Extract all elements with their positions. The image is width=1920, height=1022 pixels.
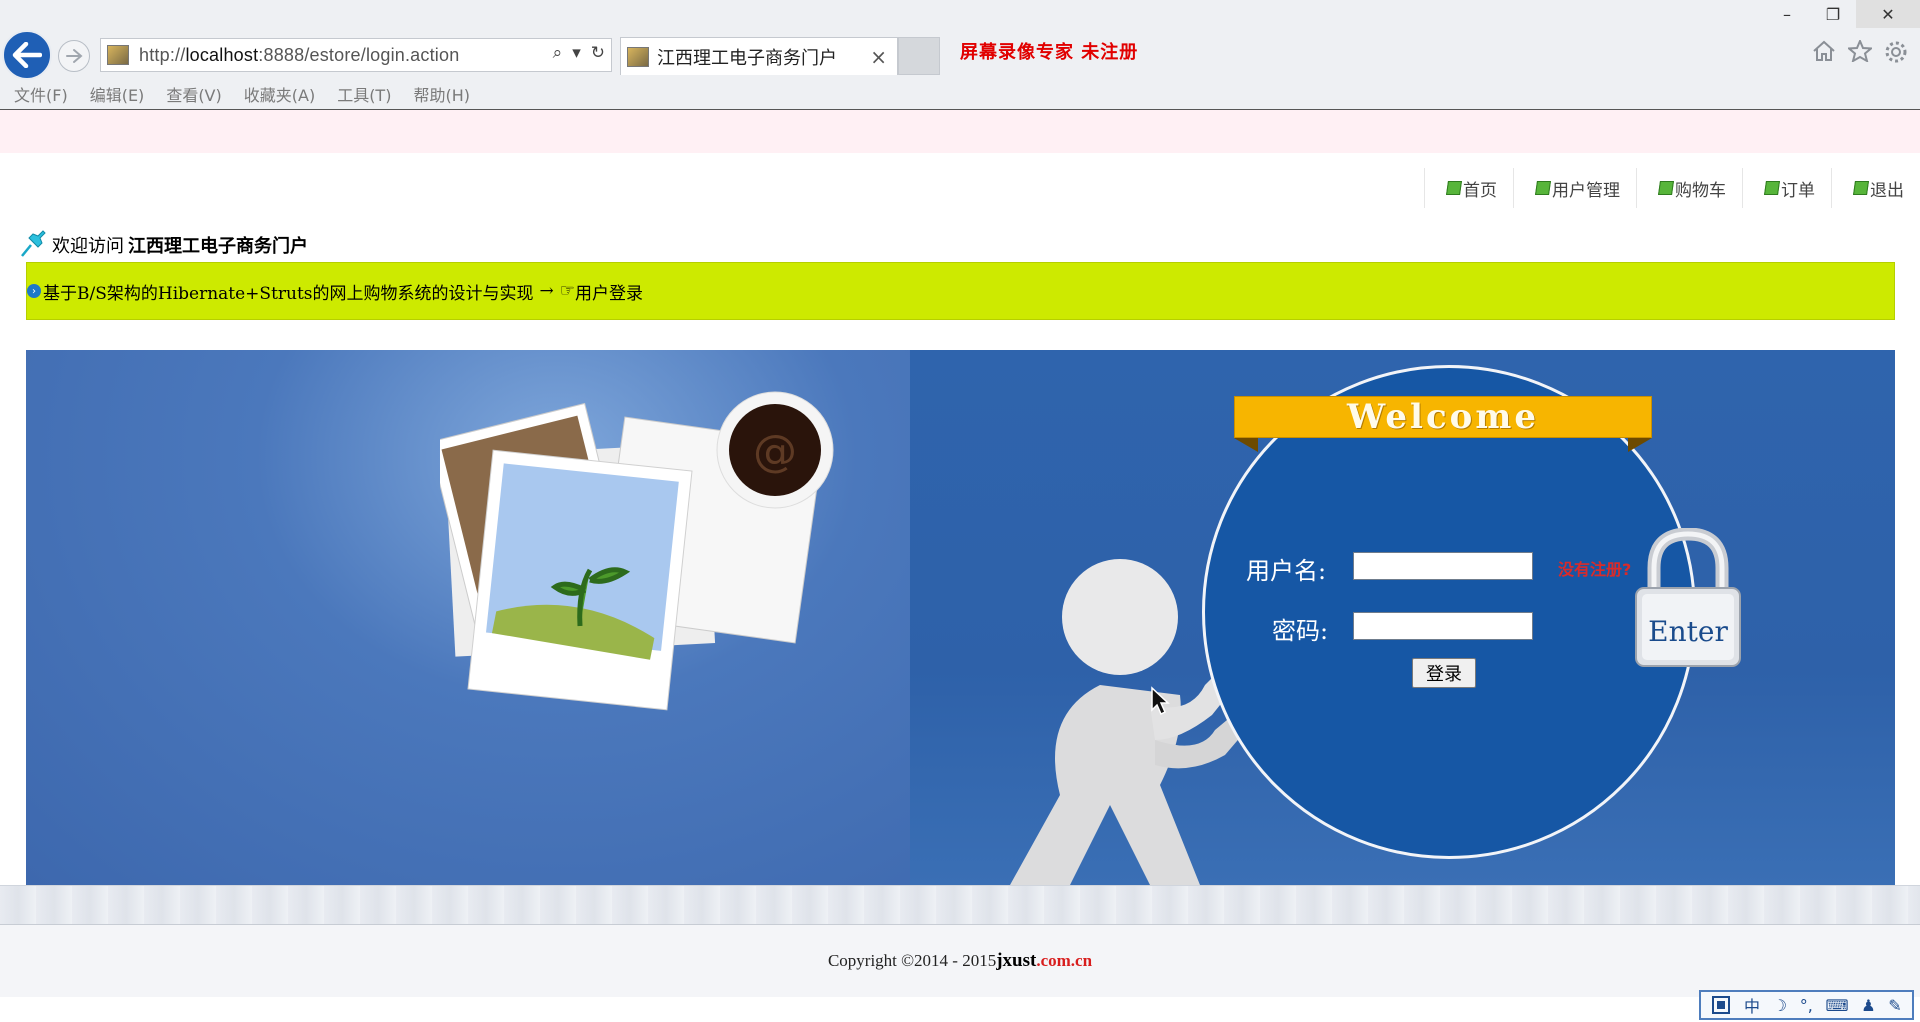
nav-home[interactable]: 首页 — [1424, 168, 1513, 208]
restore-icon: ❐ — [1825, 4, 1841, 24]
browser-tab[interactable]: 江西理工电子商务门户 × — [620, 37, 898, 75]
nav-user-management[interactable]: 用户管理 — [1513, 168, 1636, 208]
footer-brand: jxust — [996, 950, 1037, 971]
edit-icon — [1446, 181, 1462, 195]
nav-label: 退出 — [1870, 180, 1904, 201]
tab-favicon-icon — [627, 46, 649, 67]
minimize-icon: – — [1783, 4, 1791, 24]
welcome-prefix: 欢迎访问 — [52, 236, 124, 257]
enter-label: Enter — [1648, 615, 1728, 648]
pushpin-icon — [21, 230, 46, 257]
ribbon-tail-left — [1234, 438, 1258, 452]
edit-icon — [1764, 181, 1780, 195]
menu-help[interactable]: 帮助(H) — [413, 82, 470, 106]
menu-edit[interactable]: 编辑(E) — [90, 82, 145, 106]
back-button[interactable] — [2, 30, 52, 80]
hand-pointer-icon: ☞ — [559, 281, 576, 301]
address-url: http://localhost:8888/estore/login.actio… — [139, 44, 460, 65]
menu-tools[interactable]: 工具(T) — [337, 82, 391, 106]
tab-title: 江西理工电子商务门户 — [657, 47, 837, 69]
username-input[interactable] — [1353, 552, 1533, 580]
browser-chrome: – ❐ ✕ http://localhost:8888/estore/login… — [0, 0, 1920, 110]
browser-toolbar-right — [1812, 40, 1908, 64]
edit-icon — [1658, 181, 1674, 195]
ime-logo-icon[interactable] — [1711, 995, 1731, 1015]
ime-chinese-mode[interactable]: 中 — [1744, 993, 1760, 1017]
welcome-ribbon: Welcome — [1234, 396, 1652, 438]
menu-favorites[interactable]: 收藏夹(A) — [244, 82, 315, 106]
close-icon: ✕ — [1881, 4, 1895, 24]
recorder-watermark: 屏幕录像专家 未注册 — [960, 42, 1139, 63]
password-label: 密码: — [1272, 617, 1329, 645]
dropdown-icon[interactable]: ▾ — [572, 43, 581, 63]
menu-view[interactable]: 查看(V) — [166, 82, 221, 106]
copyright-text: Copyright ©2014 - 2015 — [827, 951, 997, 970]
nav-label: 用户管理 — [1552, 180, 1620, 201]
ribbon-tail-right — [1628, 438, 1652, 452]
nav-orders[interactable]: 订单 — [1742, 168, 1831, 208]
menu-file[interactable]: 文件(F) — [14, 82, 68, 106]
edit-icon — [1535, 181, 1551, 195]
top-nav: 首页 用户管理 购物车 订单 退出 — [1424, 168, 1920, 208]
nav-label: 首页 — [1463, 180, 1497, 201]
home-icon[interactable] — [1812, 40, 1836, 62]
svg-text:@: @ — [753, 426, 797, 477]
ime-keyboard-icon[interactable]: ⌨ — [1825, 996, 1848, 1015]
photos-coffee-illustration: @ — [440, 391, 834, 711]
password-input[interactable] — [1353, 612, 1533, 640]
footer-domain: .com.cn — [1036, 951, 1093, 970]
ime-user-icon[interactable]: ♟ — [1861, 996, 1875, 1015]
register-link[interactable]: 没有注册? — [1558, 556, 1631, 580]
footer: Copyright ©2014 - 2015 jxust .com.cn — [0, 925, 1920, 997]
minimize-button[interactable]: – — [1764, 0, 1810, 28]
forward-arrow-icon — [66, 49, 83, 63]
tab-close-icon[interactable]: × — [870, 45, 887, 69]
login-button[interactable]: 登录 — [1412, 658, 1476, 688]
favorites-star-icon[interactable] — [1848, 40, 1872, 62]
nav-logout[interactable]: 退出 — [1831, 168, 1920, 208]
ime-punctuation-icon[interactable]: °, — [1800, 996, 1813, 1015]
username-label: 用户名: — [1246, 557, 1327, 585]
nav-label: 订单 — [1781, 180, 1815, 201]
welcome-site-name: 江西理工电子商务门户 — [128, 236, 308, 257]
breadcrumb-arrow: → — [539, 281, 554, 301]
footer-pattern — [0, 885, 1920, 925]
padlock-enter-icon[interactable]: Enter — [1632, 528, 1744, 668]
menu-bar: 文件(F) 编辑(E) 查看(V) 收藏夹(A) 工具(T) 帮助(H) — [0, 80, 470, 108]
back-arrow-icon — [12, 42, 42, 68]
breadcrumb-current: 用户登录 — [575, 283, 644, 304]
header-strip — [0, 110, 1920, 153]
nav-label: 购物车 — [1675, 180, 1726, 201]
address-bar[interactable]: http://localhost:8888/estore/login.actio… — [100, 38, 612, 72]
mouse-cursor-icon — [1151, 686, 1170, 716]
bottom-strip — [0, 997, 1920, 1022]
breadcrumb: › 基于B/S架构的Hibernate+Struts的网上购物系统的设计与实现 … — [26, 262, 1895, 320]
ime-halfwidth-icon[interactable]: ☽ — [1773, 996, 1787, 1015]
restore-button[interactable]: ❐ — [1810, 0, 1856, 28]
close-window-button[interactable]: ✕ — [1856, 0, 1920, 28]
welcome-line: 欢迎访问 江西理工电子商务门户 — [18, 228, 308, 258]
refresh-icon[interactable]: ↻ — [591, 43, 605, 63]
search-icon[interactable]: ⌕ — [553, 43, 563, 63]
nav-cart[interactable]: 购物车 — [1636, 168, 1742, 208]
new-tab-button[interactable] — [898, 37, 940, 75]
bullet-arrow-icon: › — [27, 284, 41, 298]
page-favicon-icon — [107, 45, 129, 65]
settings-gear-icon[interactable] — [1884, 40, 1908, 64]
welcome-title: Welcome — [1347, 397, 1539, 437]
edit-icon — [1853, 181, 1869, 195]
ime-toolbar: 中 ☽ °, ⌨ ♟ ✎ — [1699, 990, 1914, 1020]
forward-button[interactable] — [58, 40, 90, 72]
breadcrumb-project: 基于B/S架构的Hibernate+Struts的网上购物系统的设计与实现 — [43, 283, 534, 304]
ime-tools-icon[interactable]: ✎ — [1888, 996, 1901, 1015]
